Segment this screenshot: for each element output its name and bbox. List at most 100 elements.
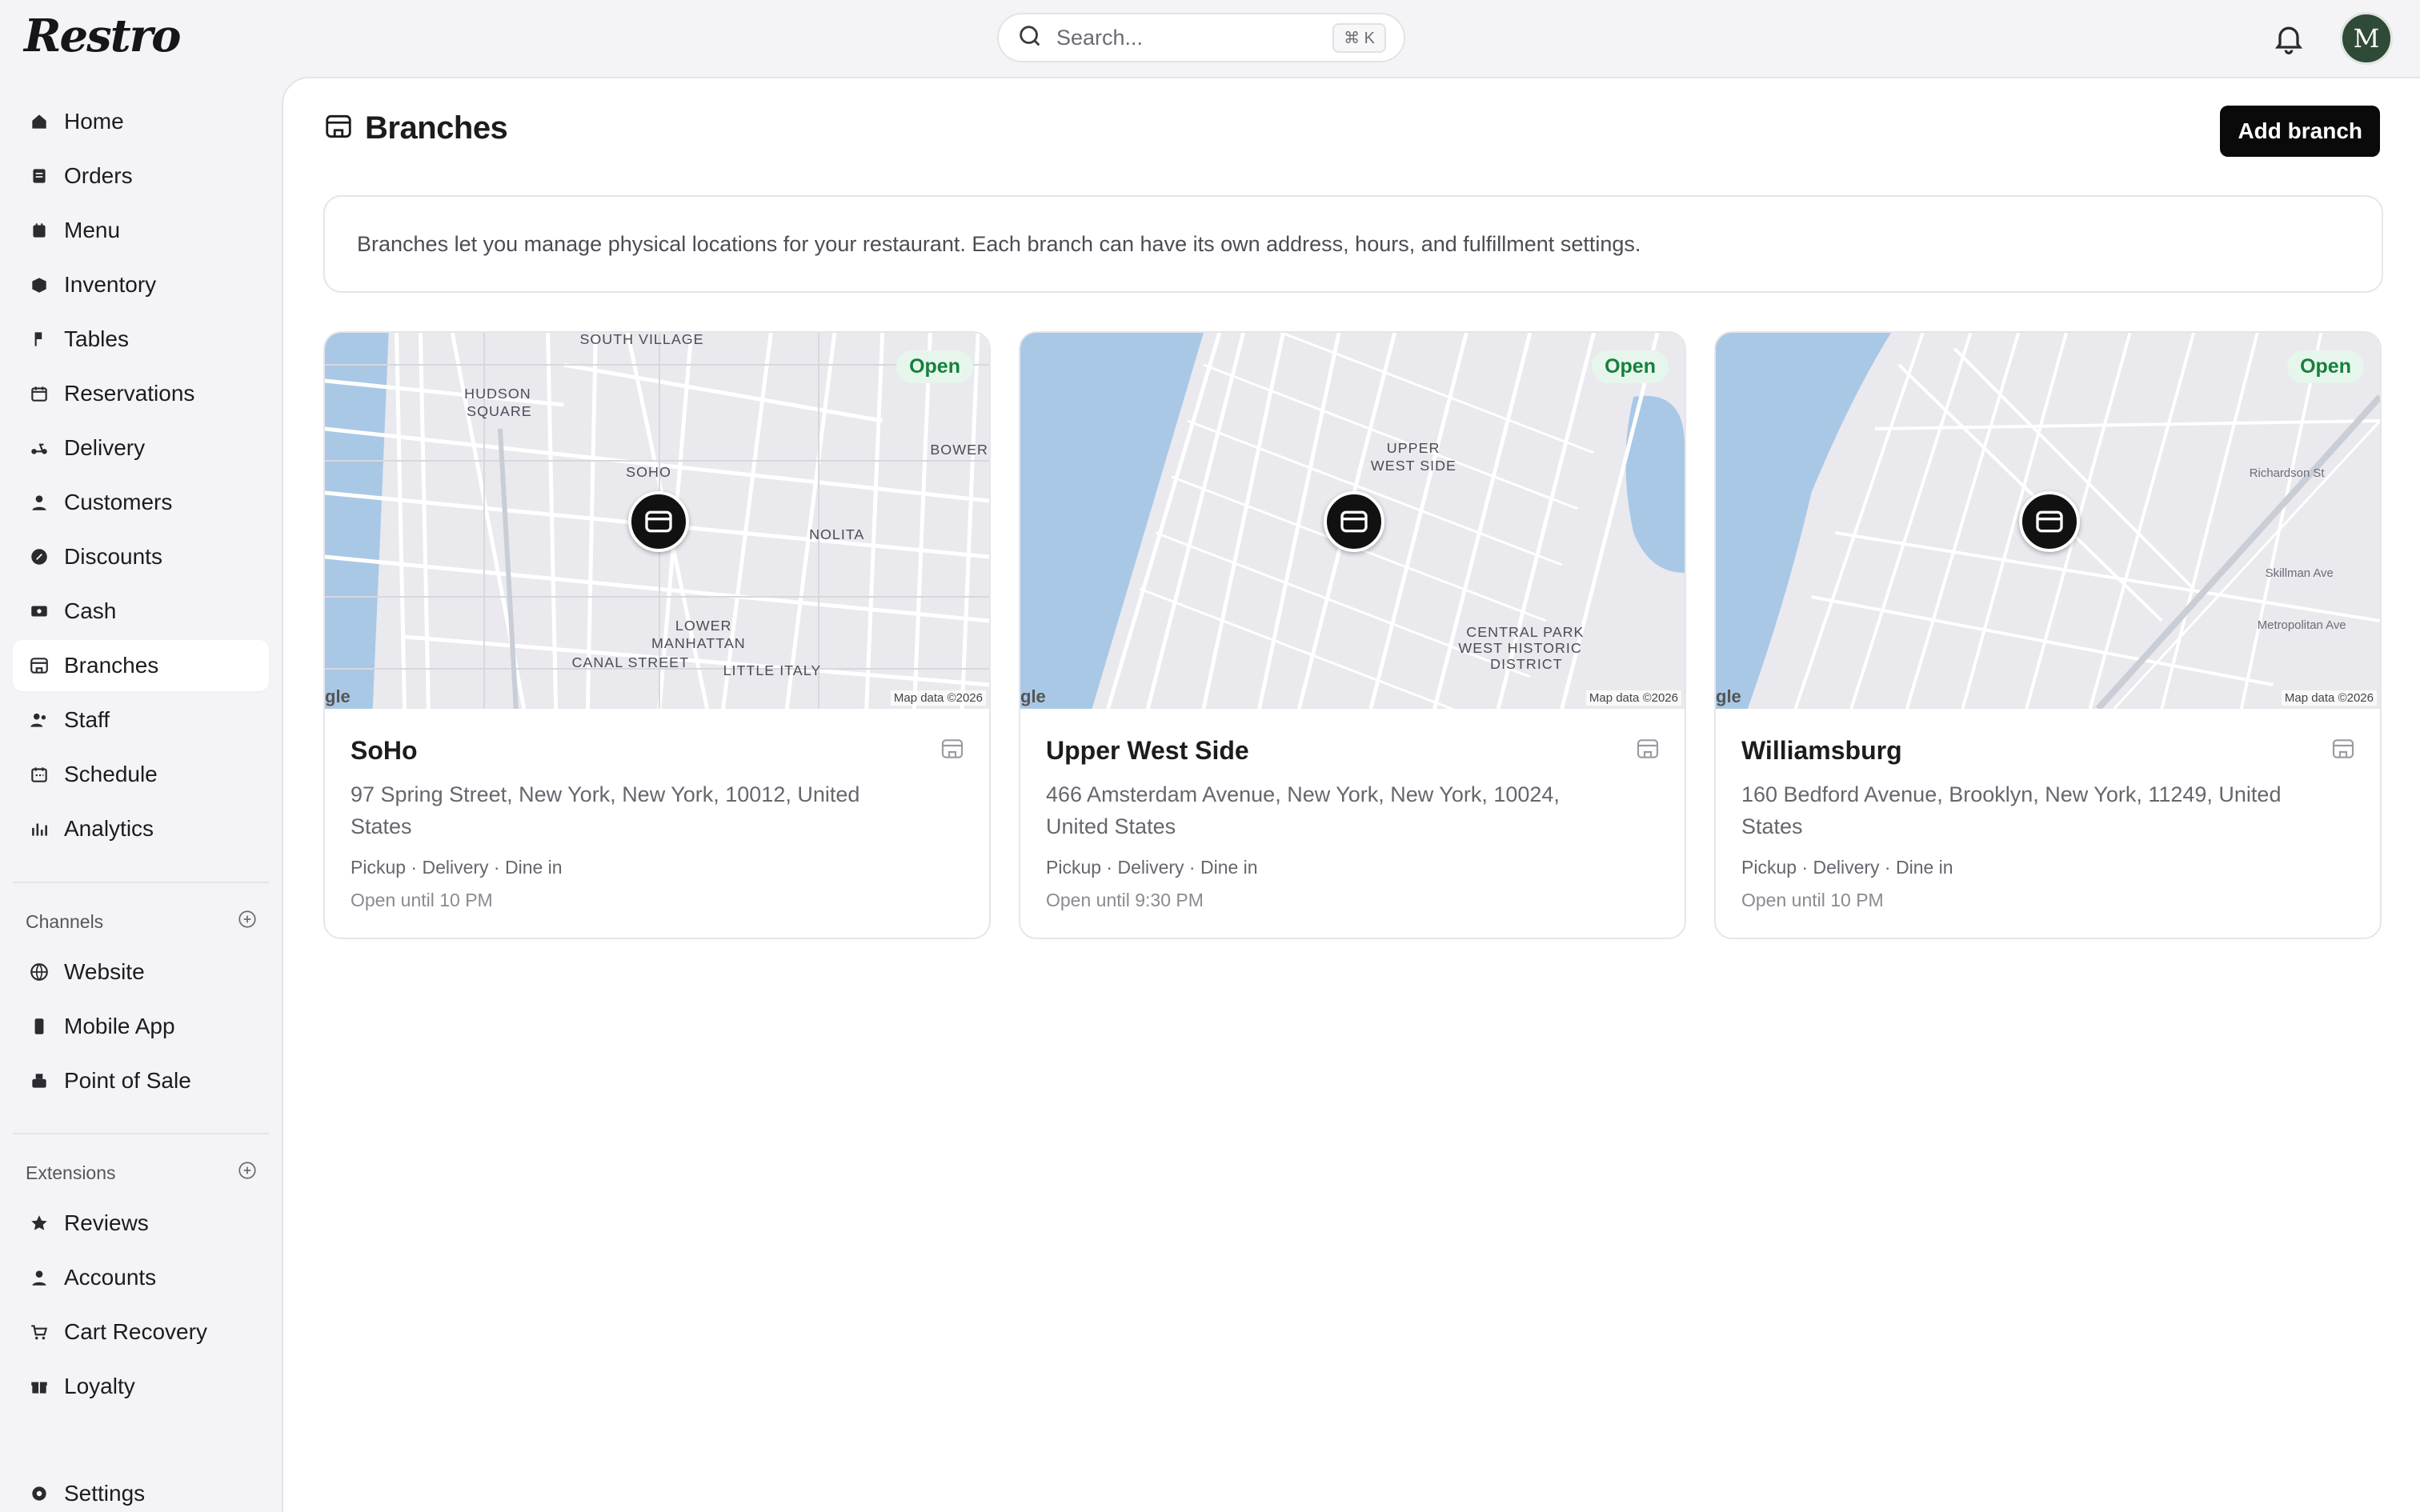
sidebar-item-mobile-app[interactable]: Mobile App [13,1001,269,1052]
search-input[interactable]: Search... [1056,26,1332,50]
branch-address: 97 Spring Street, New York, New York, 10… [351,782,860,838]
notifications-bell-icon[interactable] [2271,21,2306,56]
app-logo[interactable]: Restro [24,10,181,62]
sidebar-item-reservations[interactable]: Reservations [13,368,269,419]
branch-name: Upper West Side [1046,736,1249,765]
branch-map[interactable]: SOUTH VILLAGE HUDSON SQUARE SOHO NOLITA … [325,333,989,709]
branch-address: 160 Bedford Avenue, Brooklyn, New York, … [1741,782,2282,838]
sidebar-item-orders[interactable]: Orders [13,150,269,202]
map-pin-store-icon[interactable] [1324,491,1384,552]
sidebar-item-accounts[interactable]: Accounts [13,1252,269,1303]
sidebar-item-label: Menu [64,218,121,242]
svg-text:DISTRICT: DISTRICT [1490,656,1562,672]
sidebar-item-label: Accounts [64,1265,157,1290]
calendar-icon [27,382,51,406]
sidebar-item-label: Loyalty [64,1374,135,1398]
map-attribution-logo: gle [1716,686,1741,706]
svg-text:UPPER: UPPER [1387,440,1440,456]
search-bar[interactable]: Search... ⌘ K [997,13,1405,62]
branch-name: SoHo [351,736,418,765]
sidebar-item-tables[interactable]: Tables [13,314,269,365]
sidebar-item-label: Cart Recovery [64,1319,207,1344]
store-icon [27,654,51,678]
pos-icon [27,1069,51,1093]
cart-icon [27,1320,51,1344]
branch-name: Williamsburg [1741,736,1902,765]
sidebar-item-label: Inventory [64,272,157,297]
add-channels-plus-icon[interactable] [237,909,258,934]
status-badge: Open [896,350,973,383]
svg-text:CENTRAL PARK: CENTRAL PARK [1466,624,1584,640]
user-icon [27,1266,51,1290]
map-pin-store-icon[interactable] [2019,491,2080,552]
channels-section-header: Channels [26,909,258,934]
sidebar-item-label: Mobile App [64,1014,175,1038]
branch-hours: Open until 10 PM [351,890,493,910]
search-shortcut: ⌘ K [1332,22,1386,53]
sidebar-item-loyalty[interactable]: Loyalty [13,1361,269,1412]
svg-text:WEST HISTORIC: WEST HISTORIC [1458,640,1581,656]
store-icon[interactable] [1635,736,1661,762]
branch-card-williamsburg[interactable]: Metropolitan Ave Skillman Ave Richardson… [1714,331,2382,939]
svg-text:HUDSON: HUDSON [464,386,531,402]
globe-icon [27,960,51,984]
sidebar-item-label: Reservations [64,381,195,406]
sidebar-item-schedule[interactable]: Schedule [13,749,269,800]
sidebar-item-staff[interactable]: Staff [13,694,269,746]
sidebar-item-cart-recovery[interactable]: Cart Recovery [13,1306,269,1358]
mobile-icon [27,1014,51,1038]
page-header: Branches [323,110,508,146]
add-branch-button[interactable]: Add branch [2220,106,2380,157]
sidebar-item-label: Analytics [64,816,154,841]
add-extensions-plus-icon[interactable] [237,1160,258,1186]
sidebar-item-settings[interactable]: Settings [13,1468,269,1512]
branch-card-upper-west-side[interactable]: UPPER WEST SIDE CENTRAL PARK WEST HISTOR… [1019,331,1686,939]
sidebar-item-point-of-sale[interactable]: Point of Sale [13,1055,269,1106]
sidebar-item-label: Website [64,959,145,984]
sidebar-item-label: Tables [64,326,129,351]
tables-icon [27,327,51,351]
sidebar-item-analytics[interactable]: Analytics [13,803,269,854]
cash-icon [27,599,51,623]
staff-icon [27,708,51,732]
main-panel: Branches Add branch Branches let you man… [282,77,2420,1512]
branch-map[interactable]: UPPER WEST SIDE CENTRAL PARK WEST HISTOR… [1020,333,1685,709]
search-icon [1016,22,1044,54]
extensions-section-header: Extensions [26,1160,258,1186]
svg-text:WEST SIDE: WEST SIDE [1371,458,1456,474]
branch-card-soho[interactable]: SOUTH VILLAGE HUDSON SQUARE SOHO NOLITA … [323,331,991,939]
status-badge: Open [1592,350,1669,383]
inventory-icon [27,273,51,297]
sidebar-item-menu[interactable]: Menu [13,205,269,256]
sidebar-item-website[interactable]: Website [13,946,269,998]
sidebar-divider [13,1133,269,1134]
svg-text:CANAL STREET: CANAL STREET [572,654,690,670]
extensions-section-title: Extensions [26,1162,116,1183]
branch-map[interactable]: Metropolitan Ave Skillman Ave Richardson… [1716,333,2380,709]
sidebar-item-label: Reviews [64,1210,149,1235]
store-icon[interactable] [2330,736,2356,762]
sidebar-item-delivery[interactable]: Delivery [13,422,269,474]
sidebar-item-reviews[interactable]: Reviews [13,1198,269,1249]
orders-icon [27,164,51,188]
branch-hours: Open until 10 PM [1741,890,1884,910]
sidebar-item-discounts[interactable]: Discounts [13,531,269,582]
user-avatar[interactable]: M [2340,12,2393,65]
sidebar-item-label: Point of Sale [64,1068,191,1093]
svg-text:NOLITA: NOLITA [809,526,864,542]
sidebar-item-home[interactable]: Home [13,96,269,147]
discount-icon [27,545,51,569]
branch-address: 466 Amsterdam Avenue, New York, New York… [1046,782,1560,838]
sidebar-item-branches[interactable]: Branches [13,640,269,691]
sidebar-item-inventory[interactable]: Inventory [13,259,269,310]
branch-fulfillment: Pickup · Delivery · Dine in [1046,857,1258,878]
status-badge: Open [2287,350,2364,383]
home-icon [27,110,51,134]
svg-text:LITTLE ITALY: LITTLE ITALY [723,662,822,678]
store-icon[interactable] [940,736,965,762]
map-pin-store-icon[interactable] [628,491,689,552]
sidebar-item-customers[interactable]: Customers [13,477,269,528]
map-credit: Map data ©2026 [1585,690,1681,706]
sidebar-item-cash[interactable]: Cash [13,586,269,637]
user-icon [27,490,51,514]
